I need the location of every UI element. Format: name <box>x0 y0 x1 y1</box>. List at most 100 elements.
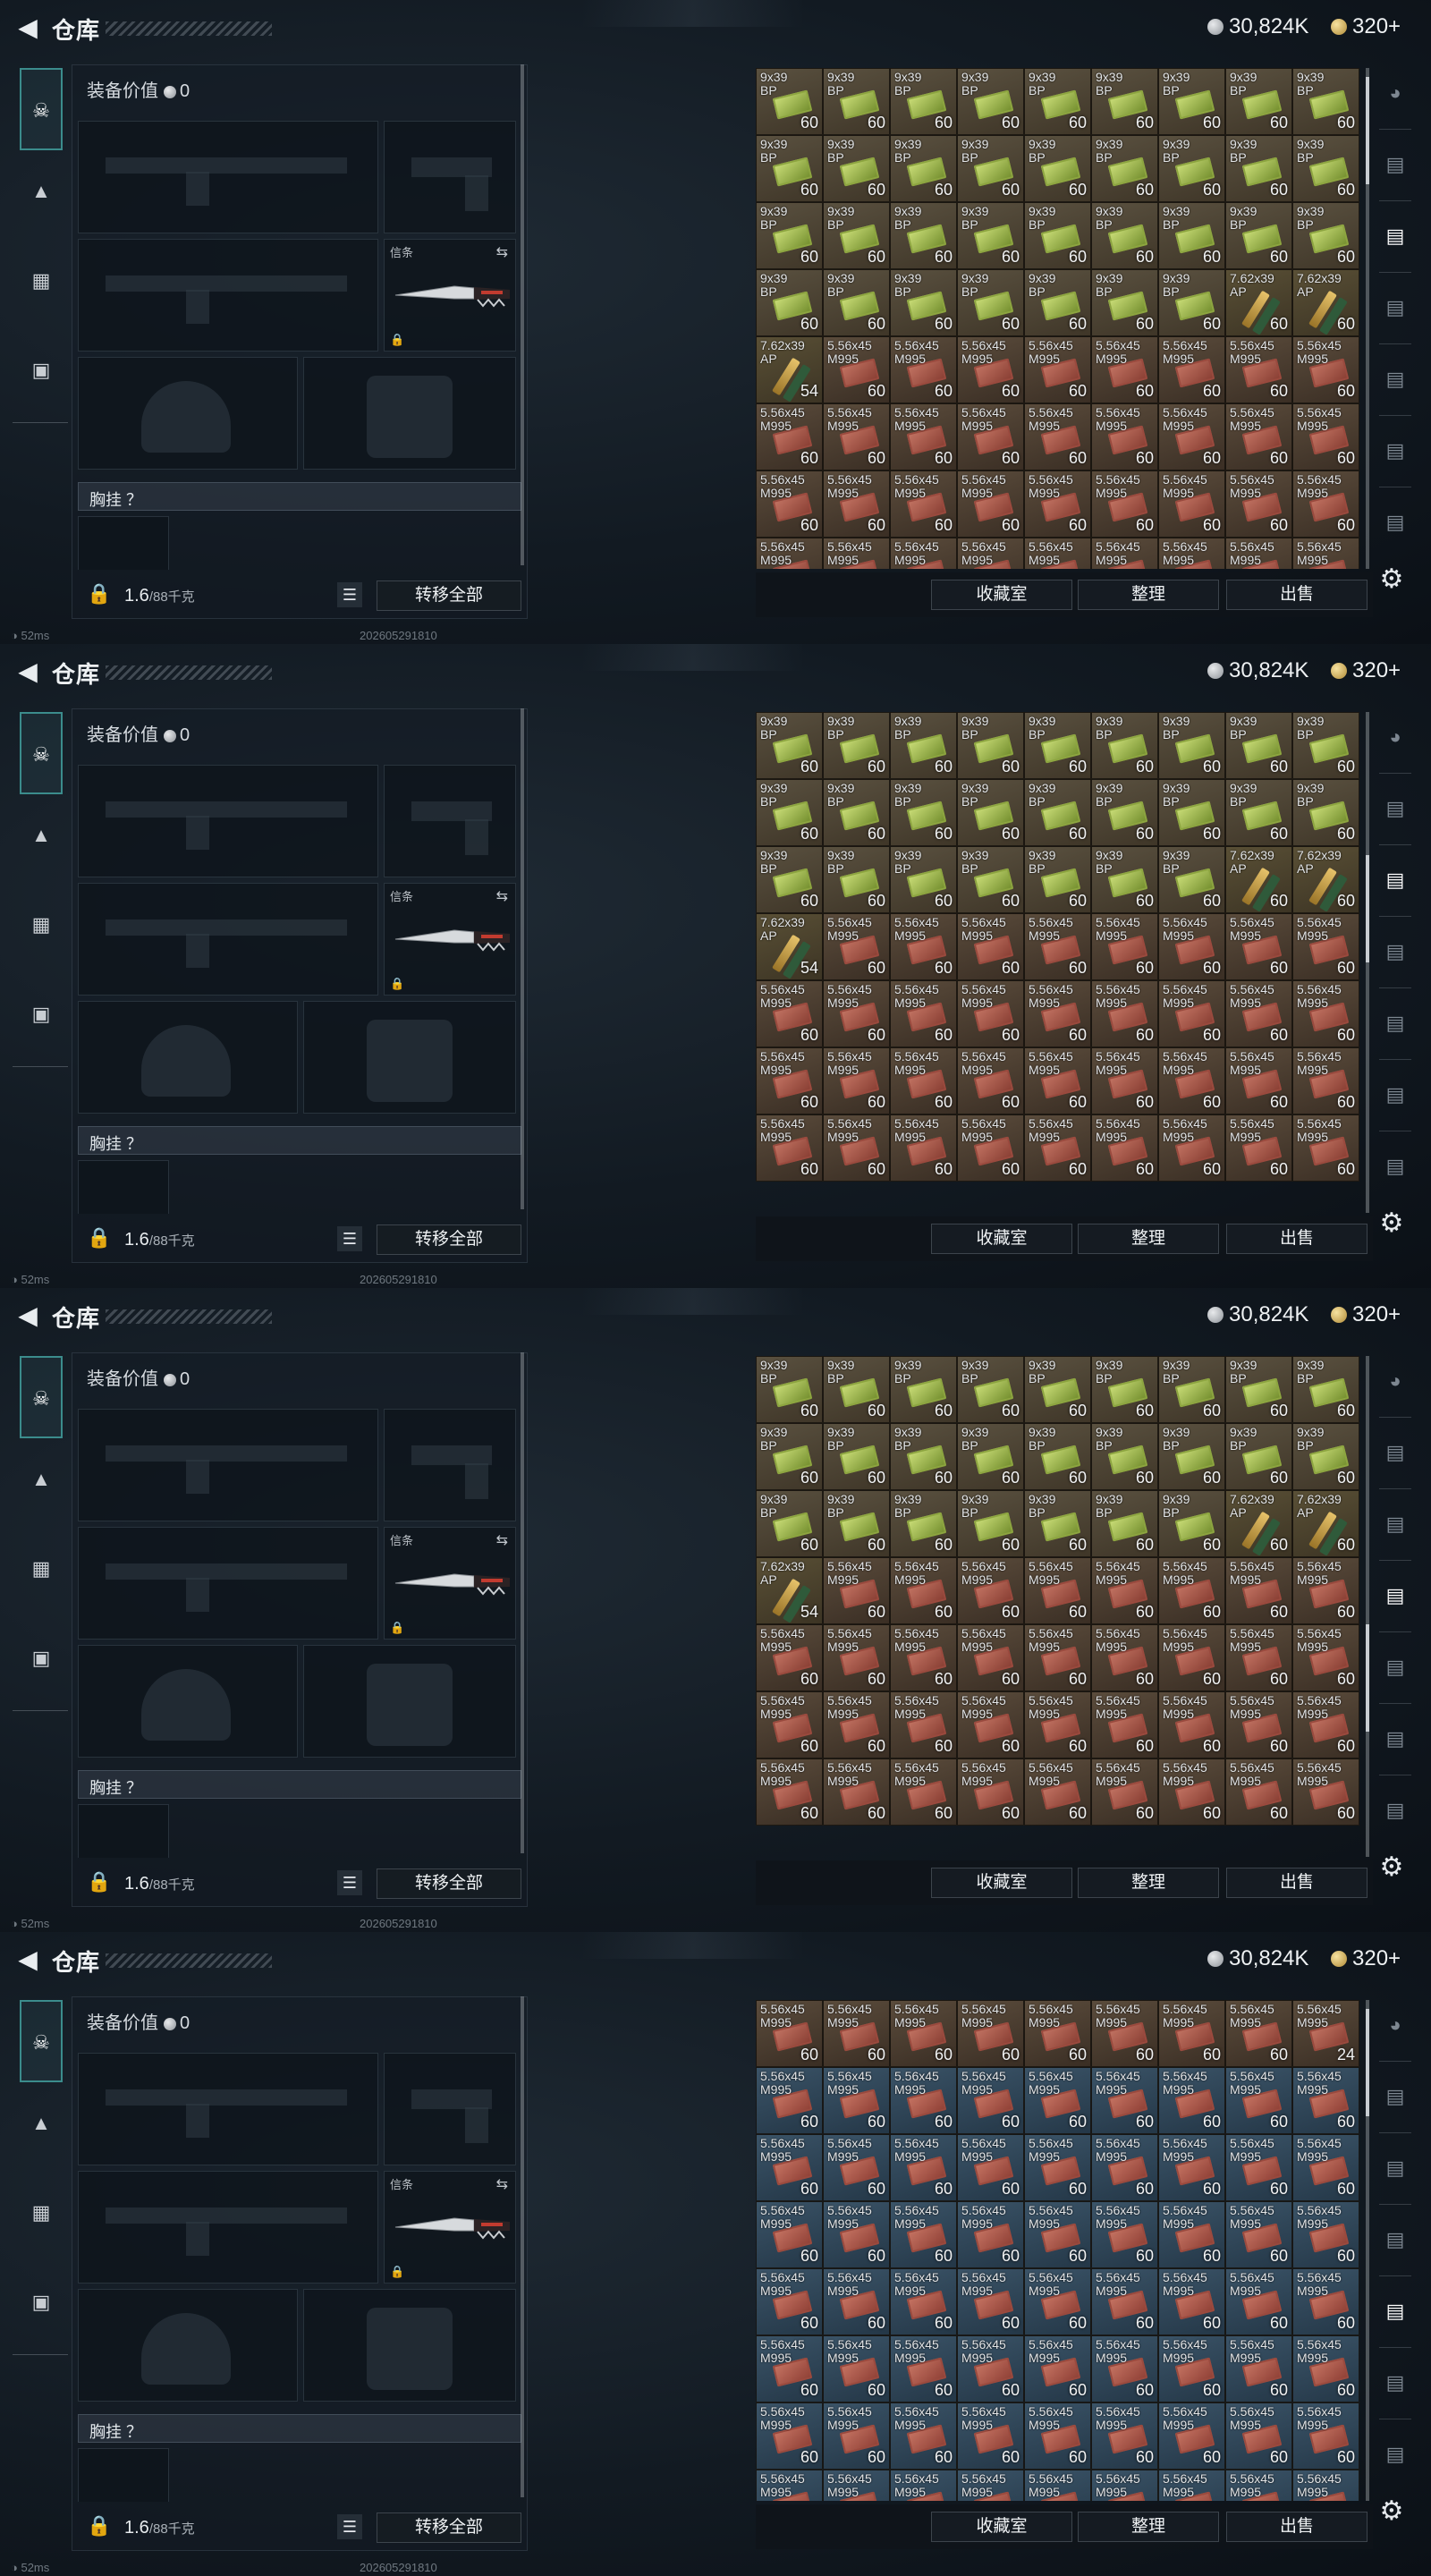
ammo-item-brown[interactable]: 5.56x45 M99560 <box>1024 980 1091 1047</box>
ammo-item-blue[interactable]: 5.56x45 M99560 <box>823 2402 890 2470</box>
ammo-item-brown[interactable]: 5.56x45 M99560 <box>1292 980 1359 1047</box>
transfer-all-button[interactable]: 转移全部 <box>377 2512 521 2543</box>
storage-shelf-icon[interactable]: ▤ <box>1377 2436 1413 2472</box>
storage-shelf-icon[interactable]: ▤ <box>1377 862 1413 898</box>
ammo-item-brown[interactable]: 5.56x45 M995 24 <box>1292 2000 1359 2067</box>
ammo-item-green[interactable]: 9x39 BP 60 <box>1024 1490 1091 1557</box>
ammo-item-blue[interactable]: 5.56x45 M99560 <box>890 2335 957 2402</box>
ammo-item-blue[interactable]: 5.56x45 M99560 <box>1158 2134 1225 2201</box>
ammo-item-blue[interactable]: 5.56x45 M99560 <box>957 2201 1024 2268</box>
ammo-item-brown[interactable]: 5.56x45 M99560 <box>1158 1114 1225 1182</box>
ammo-item-brown[interactable]: 5.56x45 M99560 <box>890 538 957 569</box>
ammo-item-green[interactable]: 9x39 BP 60 <box>756 712 823 779</box>
ammo-item-brown[interactable]: 5.56x45 M99560 <box>1158 403 1225 470</box>
chest-rig-slot[interactable] <box>78 2448 169 2502</box>
storage-scroll-thumb[interactable] <box>1366 77 1369 184</box>
helmet-slot[interactable] <box>78 1645 298 1758</box>
ammo-item-blue[interactable]: 5.56x45 M99560 <box>1225 2201 1292 2268</box>
ammo-item-brown[interactable]: 5.56x45 M99560 <box>1292 538 1359 569</box>
ammo-item-blue[interactable]: 5.56x45 M99560 <box>756 2067 823 2134</box>
ammo-item-brown[interactable]: 5.56x45 M99560 <box>1091 1624 1158 1691</box>
sort-button[interactable]: 整理 <box>1078 580 1219 610</box>
ammo-item-brown[interactable]: 5.56x45 M99560 <box>1091 403 1158 470</box>
ammo-item-blue[interactable]: 5.56x45 M99560 <box>890 2067 957 2134</box>
ammo-item-blue[interactable]: 5.56x45 M99560 <box>823 2268 890 2335</box>
ammo-item-blue[interactable]: 5.56x45 M99560 <box>1292 2335 1359 2402</box>
pistol-slot[interactable] <box>384 121 516 233</box>
melee-slot[interactable]: 信条 ⇆ 🔒 <box>384 1527 516 1640</box>
ammo-item-yellow[interactable]: 7.62x39 AP 60 <box>1292 269 1359 336</box>
ammo-item-green[interactable]: 9x39 BP 60 <box>1158 1490 1225 1557</box>
sell-button[interactable]: 出售 <box>1226 2512 1367 2542</box>
ammo-item-green[interactable]: 9x39 BP 60 <box>1091 1356 1158 1423</box>
ammo-item-blue[interactable]: 5.56x45 M99560 <box>957 2402 1024 2470</box>
ammo-item-blue[interactable]: 5.56x45 M99560 <box>957 2470 1024 2501</box>
ammo-item-blue[interactable]: 5.56x45 M99560 <box>1091 2268 1158 2335</box>
ammo-item-brown[interactable]: 5.56x45 M99560 <box>890 403 957 470</box>
storage-shelf-icon[interactable]: ▤ <box>1377 1649 1413 1685</box>
ammo-item-green[interactable]: 9x39 BP 60 <box>756 202 823 269</box>
gold-currency[interactable]: 320+ <box>1331 658 1401 683</box>
ammo-item-blue[interactable]: 5.56x45 M99560 <box>1024 2402 1091 2470</box>
tab-armor[interactable]: ▲ <box>20 814 63 857</box>
list-icon[interactable]: ☰ <box>337 582 362 607</box>
swap-icon[interactable]: ⇆ <box>496 2175 508 2193</box>
ammo-item-brown[interactable]: 5.56x45 M99560 <box>1158 1624 1225 1691</box>
secondary-weapon-slot[interactable] <box>78 1527 378 1640</box>
ammo-item-green[interactable]: 9x39 BP 60 <box>890 779 957 846</box>
tab-case[interactable]: ▣ <box>20 349 63 392</box>
gear-icon[interactable]: ⚙ <box>1374 1850 1410 1885</box>
ammo-item-blue[interactable]: 5.56x45 M99560 <box>1158 2402 1225 2470</box>
ammo-item-brown[interactable]: 5.56x45 M99560 <box>890 1758 957 1826</box>
storage-shelf-icon[interactable]: ▤ <box>1377 2079 1413 2114</box>
helmet-slot[interactable] <box>78 1001 298 1114</box>
ammo-item-green[interactable]: 9x39 BP 60 <box>1024 712 1091 779</box>
ammo-item-brown[interactable]: 5.56x45 M99560 <box>1091 913 1158 980</box>
ammo-item-brown[interactable]: 5.56x45 M99560 <box>823 980 890 1047</box>
ammo-item-green[interactable]: 9x39 BP 60 <box>890 135 957 202</box>
ammo-item-green[interactable]: 9x39 BP 60 <box>1292 779 1359 846</box>
ammo-item-blue[interactable]: 5.56x45 M99560 <box>756 2201 823 2268</box>
ammo-item-green[interactable]: 9x39 BP 60 <box>1024 68 1091 135</box>
ammo-item-blue[interactable]: 5.56x45 M99560 <box>1225 2335 1292 2402</box>
storage-shelf-icon[interactable]: ▤ <box>1377 2365 1413 2401</box>
secondary-weapon-slot[interactable] <box>78 883 378 996</box>
ammo-item-brown[interactable]: 5.56x45 M99560 <box>1024 538 1091 569</box>
ammo-item-blue[interactable]: 5.56x45 M99560 <box>1024 2470 1091 2501</box>
ammo-item-brown[interactable]: 5.56x45 M99560 <box>1225 470 1292 538</box>
back-arrow-icon[interactable]: ◀ <box>14 1946 41 1973</box>
ammo-item-blue[interactable]: 5.56x45 M99560 <box>823 2067 890 2134</box>
ammo-item-brown[interactable]: 5.56x45 M99560 <box>890 980 957 1047</box>
ammo-item-green[interactable]: 9x39 BP 60 <box>1158 1356 1225 1423</box>
ammo-item-brown[interactable]: 5.56x45 M99560 <box>1158 980 1225 1047</box>
ammo-item-brown[interactable]: 5.56x45 M99560 <box>823 1114 890 1182</box>
ammo-item-blue[interactable]: 5.56x45 M99560 <box>1292 2268 1359 2335</box>
equipment-scrollbar[interactable] <box>521 708 524 1209</box>
ammo-item-yellow[interactable]: 7.62x39 AP 60 <box>1225 269 1292 336</box>
armor-slot[interactable] <box>303 357 516 470</box>
ammo-item-green[interactable]: 9x39 BP 60 <box>1091 1490 1158 1557</box>
ammo-item-green[interactable]: 9x39 BP 60 <box>1158 68 1225 135</box>
storage-shelf-icon[interactable]: ▤ <box>1377 218 1413 254</box>
storage-shelf-icon[interactable]: ▤ <box>1377 934 1413 970</box>
ammo-item-green[interactable]: 9x39 BP 60 <box>1292 68 1359 135</box>
ammo-item-brown[interactable]: 5.56x45 M99560 <box>1158 1557 1225 1624</box>
ammo-item-brown[interactable]: 5.56x45 M99560 <box>890 336 957 403</box>
ammo-item-green[interactable]: 9x39 BP 60 <box>1292 1356 1359 1423</box>
ammo-item-brown[interactable]: 5.56x45 M99560 <box>890 470 957 538</box>
ammo-item-brown[interactable]: 5.56x45 M99560 <box>957 538 1024 569</box>
ammo-item-green[interactable]: 9x39 BP 60 <box>823 846 890 913</box>
ammo-item-green[interactable]: 9x39 BP 60 <box>890 269 957 336</box>
ammo-item-brown[interactable]: 5.56x45 M99560 <box>756 1114 823 1182</box>
ammo-item-green[interactable]: 9x39 BP 60 <box>823 135 890 202</box>
secondary-weapon-slot[interactable] <box>78 239 378 352</box>
ammo-item-green[interactable]: 9x39 BP 60 <box>957 202 1024 269</box>
ammo-item-brown[interactable]: 5.56x45 M99560 <box>1225 1691 1292 1758</box>
ammo-item-blue[interactable]: 5.56x45 M99560 <box>957 2134 1024 2201</box>
ammo-item-green[interactable]: 9x39 BP 60 <box>1225 1356 1292 1423</box>
ammo-item-brown[interactable]: 5.56x45 M99560 <box>1292 1047 1359 1114</box>
ammo-item-brown[interactable]: 5.56x45 M99560 <box>1091 470 1158 538</box>
ammo-item-brown[interactable]: 5.56x45 M99560 <box>823 1758 890 1826</box>
ammo-item-brown[interactable]: 5.56x45 M99560 <box>957 403 1024 470</box>
ammo-item-green[interactable]: 9x39 BP 60 <box>890 68 957 135</box>
